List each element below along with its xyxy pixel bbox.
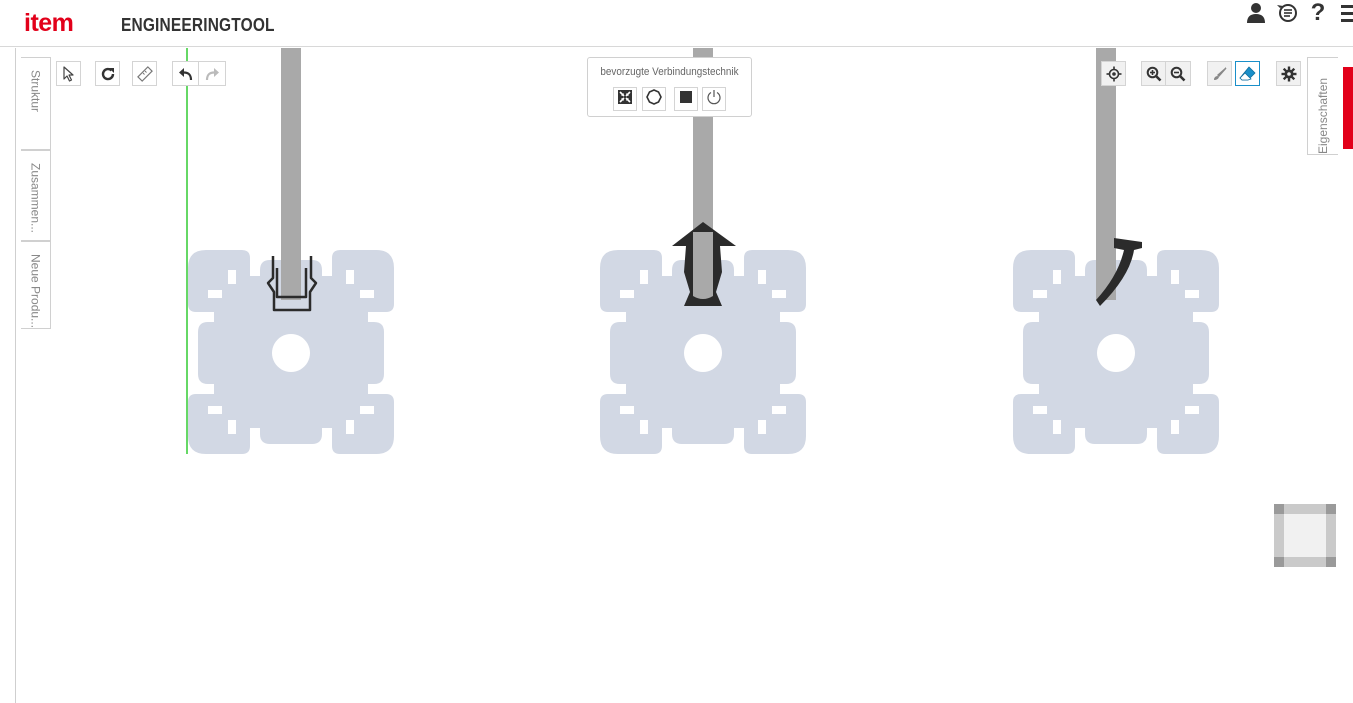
tab-neue-produkte[interactable]: Neue Produ... [21,241,51,329]
tab-struktur[interactable]: Struktur [21,57,51,150]
circle-outline-icon [646,88,662,110]
eraser-button[interactable] [1235,61,1260,86]
tab-eigenschaften[interactable]: Eigenschaften [1307,57,1338,155]
redo-icon [204,67,220,81]
paint-button[interactable] [1207,61,1232,86]
redo-button[interactable] [199,61,226,86]
zoom-out-icon [1170,66,1186,82]
square-option-button[interactable] [674,87,698,111]
tab-eigenschaften-label: Eigenschaften [1316,77,1330,154]
filled-square-icon [679,90,693,109]
zoom-out-button[interactable] [1166,61,1191,86]
power-icon [706,89,722,110]
undo-icon [178,67,194,81]
speech-bubble-icon[interactable] [1274,0,1300,26]
select-cursor-icon [62,65,76,82]
shrink-arrows-icon [617,89,633,110]
left-panel-border [15,48,16,703]
undo-button[interactable] [172,61,199,86]
tab-zusammenbau[interactable]: Zusammen... [21,150,51,241]
eraser-icon [1238,65,1257,83]
settings-gear-icon [1281,66,1297,82]
user-icon[interactable] [1243,0,1269,26]
measure-button[interactable] [132,61,157,86]
zoom-in-button[interactable] [1141,61,1166,86]
tab-neue-produkte-label: Neue Produ... [28,254,43,329]
tab-zusammenbau-label: Zusammen... [28,163,43,234]
tab-struktur-label: Struktur [28,70,43,113]
app-header: item ENGINEERINGTOOL ? [0,0,1353,47]
shrink-option-button[interactable] [613,87,637,111]
help-icon[interactable]: ? [1305,0,1331,26]
app-title: ENGINEERINGTOOL [121,15,275,35]
rotate-button[interactable] [95,61,120,86]
settings-button[interactable] [1276,61,1301,86]
panel-rod-1[interactable] [281,48,301,300]
measure-ruler-icon [136,65,153,82]
select-cursor-button[interactable] [56,61,81,86]
zoom-in-icon [1146,66,1162,82]
center-view-button[interactable] [1101,61,1126,86]
item-logo[interactable]: item [24,11,74,36]
circle-option-button[interactable] [642,87,666,111]
power-option-button[interactable] [702,87,726,111]
menu-icon[interactable] [1335,0,1353,26]
connection-technique-panel: bevorzugte Verbindungstechnik [587,57,752,117]
connection-technique-title: bevorzugte Verbindungstechnik [600,66,739,78]
center-view-icon [1106,66,1122,82]
rotate-icon [100,66,116,82]
paint-brush-icon [1212,66,1228,82]
red-side-strip[interactable] [1343,67,1353,149]
view-cube[interactable] [1274,504,1336,567]
